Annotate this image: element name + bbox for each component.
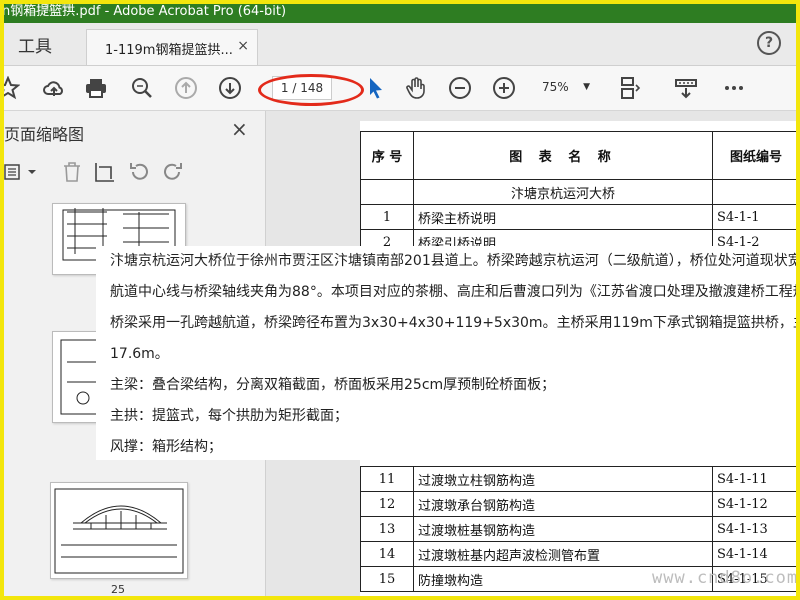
zoom-out-icon[interactable] (446, 74, 474, 102)
search-icon[interactable] (128, 74, 156, 102)
tab-tools[interactable]: 工具 (18, 32, 52, 57)
overlay-line: 主梁：叠合梁结构，分离双箱截面，桥面板采用25cm厚预制砼桥面板； (110, 377, 556, 393)
tab-document[interactable]: 1-119m钢箱提篮拱... × (86, 29, 258, 65)
text-preview-overlay: 汴塘京杭运河大桥位于徐州市贾汪区汴塘镇南部201县道上。桥梁跨越京杭运河（二级航… (96, 246, 800, 460)
page-thumbnail[interactable] (50, 482, 188, 579)
page-display-icon[interactable] (616, 74, 644, 102)
thumbnail-page-number: 25 (111, 583, 125, 596)
close-panel-icon[interactable]: × (231, 117, 248, 141)
crop-pages-icon[interactable] (94, 161, 116, 187)
table-row: 14 过渡墩桩基内超声波检测管布置 S4-1-14 (360, 541, 800, 567)
zoom-select[interactable]: 75% ▼ (530, 76, 596, 98)
header-code: 图纸编号 (712, 131, 800, 180)
table-row: 1 桥梁主桥说明 S4-1-1 (360, 204, 800, 230)
more-options-icon[interactable] (720, 74, 748, 102)
print-icon[interactable] (82, 74, 110, 102)
title-bar: n钢箱提篮拱.pdf - Adobe Acrobat Pro (64-bit) … (0, 0, 800, 23)
table-section-row: 汴塘京杭运河大桥 (360, 179, 800, 205)
header-name: 图 表 名 称 (413, 131, 713, 180)
logo-watermark: 门狐网 (26, 0, 74, 15)
table-row: 13 过渡墩桩基钢筋构造 S4-1-13 (360, 516, 800, 542)
main-toolbar: 1 / 148 75% ▼ (0, 66, 800, 111)
overlay-line: 主拱：提篮式，每个拱肋为矩形截面； (110, 408, 348, 424)
overlay-line: 17.6m。 (110, 346, 169, 362)
tab-bar: 工具 1-119m钢箱提篮拱... × ? (0, 23, 800, 66)
overlay-line: 航道中心线与桥梁轴线夹角为88°。本项目对应的茶棚、高庄和后曹渡口列为《江苏省渡… (110, 284, 800, 300)
select-cursor-icon[interactable] (362, 74, 390, 102)
overlay-line: 风撑：箱形结构； (110, 439, 222, 455)
overlay-line: 汴塘京杭运河大桥位于徐州市贾汪区汴塘镇南部201县道上。桥梁跨越京杭运河（二级航… (110, 253, 800, 269)
header-no: 序 号 (360, 131, 414, 180)
rotate-left-icon[interactable] (128, 161, 150, 187)
page-down-icon[interactable] (216, 74, 244, 102)
table-row: 12 过渡墩承台钢筋构造 S4-1-12 (360, 491, 800, 517)
table-row: 11 过渡墩立柱钢筋构造 S4-1-11 (360, 466, 800, 492)
options-menu-icon[interactable] (4, 163, 40, 185)
panel-title: 页面缩略图 (4, 125, 85, 144)
upload-cloud-icon[interactable] (40, 74, 68, 102)
hand-tool-icon[interactable] (402, 74, 430, 102)
zoom-in-icon[interactable] (490, 74, 518, 102)
close-tab-icon[interactable]: × (237, 38, 249, 54)
delete-page-icon[interactable] (62, 161, 82, 187)
chevron-down-icon: ▼ (583, 82, 590, 92)
highlight-oval (258, 74, 364, 106)
table-header-row: 序 号 图 表 名 称 图纸编号 (360, 131, 800, 180)
tab-document-label: 1-119m钢箱提篮拱... (105, 43, 233, 58)
page-up-icon[interactable] (172, 74, 200, 102)
site-watermark: www.cnd8o.com (652, 568, 799, 588)
panel-toolbar (0, 157, 265, 187)
zoom-value: 75% (542, 80, 569, 94)
star-icon[interactable] (0, 74, 22, 102)
scroll-mode-icon[interactable] (672, 74, 700, 102)
overlay-line: 桥梁采用一孔跨越航道，桥梁跨径布置为3x30+4x30+119+5x30m。主桥… (110, 315, 800, 331)
rotate-right-icon[interactable] (162, 161, 184, 187)
section-title: 汴塘京杭运河大桥 (413, 179, 713, 205)
help-icon[interactable]: ? (757, 31, 781, 55)
drawing-index-table: 序 号 图 表 名 称 图纸编号 汴塘京杭运河大桥 1 桥梁主桥说明 S4-1-1 … (360, 131, 800, 255)
